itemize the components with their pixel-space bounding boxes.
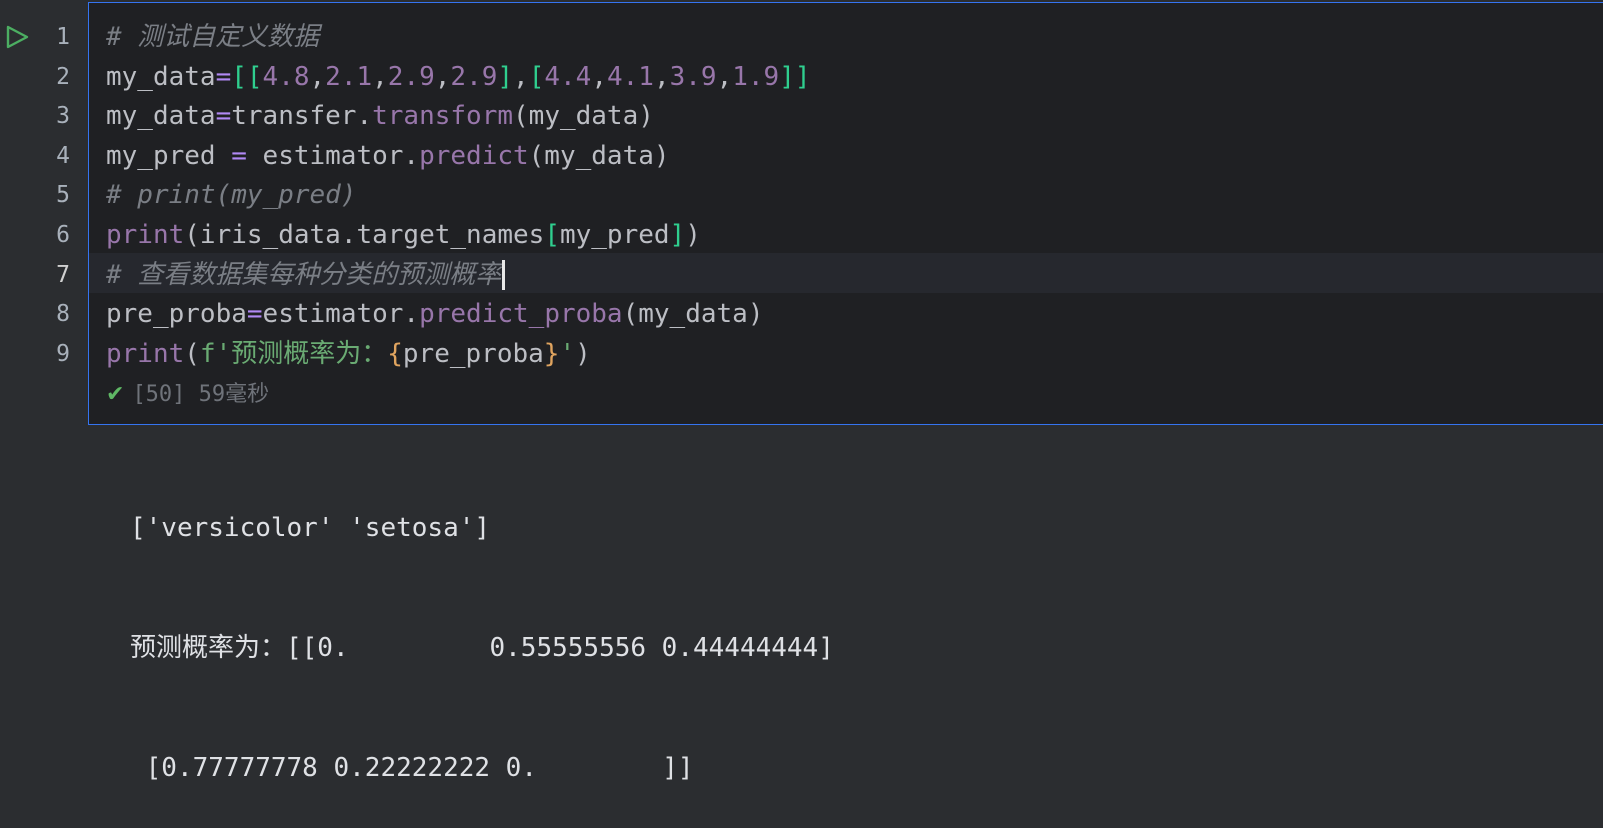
code-token: ) xyxy=(575,338,591,369)
text-cursor xyxy=(502,260,506,291)
code-token: 2.9 xyxy=(450,61,498,92)
code-token: [ xyxy=(528,61,545,92)
code-line[interactable]: 2 my_data=[[4.8,2.1,2.9,2.9],[4.4,4.1,3.9… xyxy=(0,57,1603,97)
code-text[interactable]: print(f'预测概率为：{pre_proba}') xyxy=(106,334,591,374)
code-token: (my_data) xyxy=(528,140,670,171)
code-token: 2.1 xyxy=(325,61,373,92)
line-number: 4 xyxy=(56,142,70,169)
code-text[interactable]: # print(my_pred) xyxy=(106,175,356,215)
code-token: , xyxy=(591,61,607,92)
code-token: pre_proba xyxy=(402,338,544,369)
code-token: ( xyxy=(184,338,200,369)
code-line[interactable]: 3 my_data=transfer.transform(my_data) xyxy=(0,96,1603,136)
code-text[interactable]: my_pred = estimator.predict(my_data) xyxy=(106,136,670,176)
execution-time: 59毫秒 xyxy=(198,382,270,407)
code-token: my_pred xyxy=(559,220,670,250)
code-token: predict_proba xyxy=(419,299,623,330)
code-line[interactable]: 1 # 测试自定义数据 xyxy=(0,17,1603,57)
code-token: , xyxy=(716,61,733,92)
execution-count: [50] xyxy=(132,382,186,407)
line-number: 3 xyxy=(56,103,70,130)
code-token: # 测试自定义数据 xyxy=(106,22,320,52)
code-token: estimator. xyxy=(246,140,420,171)
code-token: , xyxy=(372,61,388,92)
code-line[interactable]: 7 # 查看数据集每种分类的预测概率 xyxy=(0,255,1603,295)
code-line[interactable]: 6 print(iris_data.target_names[my_pred]) xyxy=(0,215,1603,255)
code-text[interactable]: my_data=[[4.8,2.1,2.9,2.9],[4.4,4.1,3.9,… xyxy=(106,57,811,97)
code-token: pre_proba xyxy=(106,299,247,330)
code-token: , xyxy=(513,61,529,92)
line-number: 1 xyxy=(56,24,70,50)
code-token: , xyxy=(309,61,326,92)
code-token: , xyxy=(653,61,670,92)
line-number: 2 xyxy=(56,63,70,90)
code-token: print xyxy=(106,338,185,369)
code-token: 4.8 xyxy=(262,61,310,92)
code-line[interactable]: 4 my_pred = estimator.predict(my_data) xyxy=(0,136,1603,176)
code-text[interactable]: # 查看数据集每种分类的预测概率 xyxy=(106,255,506,295)
code-token: = xyxy=(215,61,232,92)
code-token: estimator. xyxy=(262,299,420,330)
check-icon: ✔ xyxy=(106,382,125,407)
cell-output: ['versicolor' 'setosa'] 预测概率为：[[0. 0.555… xyxy=(130,428,834,828)
code-token: my_pred xyxy=(106,140,232,171)
code-token: = xyxy=(215,101,232,132)
code-token: } xyxy=(543,338,560,369)
code-token: my_data xyxy=(106,61,216,92)
code-token: (my_data) xyxy=(513,101,654,132)
execution-status: ✔ [50] 59毫秒 xyxy=(106,380,269,410)
code-token: ) xyxy=(685,220,701,250)
code-token: (iris_data.target_names xyxy=(184,220,545,250)
line-number: 5 xyxy=(56,182,70,209)
code-token: (my_data) xyxy=(622,299,764,330)
code-token: { xyxy=(387,338,403,369)
code-token: predict xyxy=(419,140,529,171)
code-token: ' xyxy=(559,338,576,369)
code-token: transfer. xyxy=(231,101,373,132)
code-token: 2.9 xyxy=(387,61,435,92)
code-token: f'预测概率为： xyxy=(199,338,388,369)
code-token: [[ xyxy=(231,61,263,92)
code-token: 1.9 xyxy=(732,61,780,92)
output-line: ['versicolor' 'setosa'] xyxy=(130,513,491,543)
code-token: # print(my_pred) xyxy=(106,180,357,211)
code-token: [ xyxy=(544,220,560,250)
code-text[interactable]: print(iris_data.target_names[my_pred]) xyxy=(106,215,701,255)
code-text[interactable]: my_data=transfer.transform(my_data) xyxy=(106,96,654,136)
code-token: ]] xyxy=(779,61,811,92)
code-token: # 查看数据集每种分类的预测概率 xyxy=(106,259,502,290)
line-number: 6 xyxy=(56,222,70,248)
code-token: transform xyxy=(372,101,514,132)
code-token: ] xyxy=(669,220,686,250)
code-text[interactable]: pre_proba=estimator.predict_proba(my_dat… xyxy=(106,294,763,334)
output-line: 预测概率为：[[0. 0.55555556 0.44444444] xyxy=(130,633,834,663)
code-token: = xyxy=(231,140,247,171)
code-token: my_data xyxy=(106,101,216,132)
code-token: print xyxy=(106,220,185,250)
code-token: 4.1 xyxy=(606,61,654,92)
code-token: , xyxy=(434,61,451,92)
code-token: 4.4 xyxy=(544,61,592,92)
line-number: 7 xyxy=(56,261,70,288)
line-number: 9 xyxy=(56,340,70,367)
line-number: 8 xyxy=(56,301,70,328)
code-line[interactable]: 8 pre_proba=estimator.predict_proba(my_da… xyxy=(0,294,1603,334)
code-line[interactable]: 5 # print(my_pred) xyxy=(0,175,1603,215)
output-line: [0.77777778 0.22222222 0. ]] xyxy=(130,753,694,783)
code-line[interactable]: 9 print(f'预测概率为：{pre_proba}') xyxy=(0,334,1603,374)
code-token: 3.9 xyxy=(669,61,717,92)
code-token: = xyxy=(246,299,263,330)
code-token: ] xyxy=(497,61,514,92)
code-text[interactable]: # 测试自定义数据 xyxy=(106,17,319,57)
